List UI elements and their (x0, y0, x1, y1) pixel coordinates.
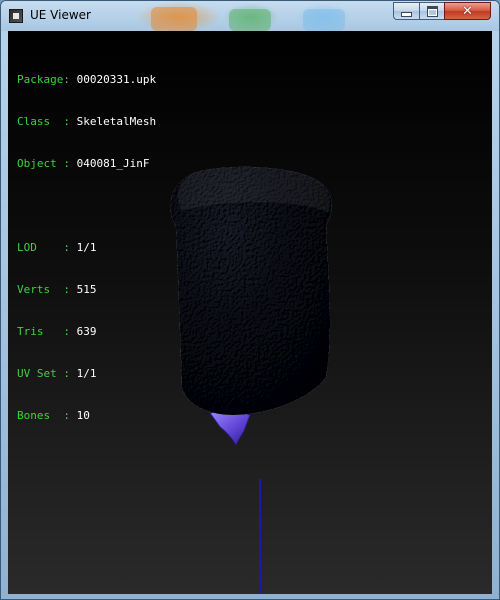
uvset-value: 1/1 (76, 367, 97, 380)
mesh-tip (209, 411, 251, 447)
app-window: UE Viewer ✕ Package: 00020331.upk Class … (0, 0, 500, 600)
lod-label: LOD : (17, 241, 70, 254)
package-value: 00020331.upk (76, 73, 157, 86)
lod-value: 1/1 (76, 241, 97, 254)
mesh-info-overlay: Package: 00020331.upk Class : SkeletalMe… (17, 45, 156, 451)
package-label: Package: (17, 73, 70, 86)
taskbar-thumbnail (151, 7, 197, 31)
maximize-icon (426, 5, 438, 17)
close-icon: ✕ (462, 3, 473, 19)
minimize-icon (401, 11, 412, 17)
tris-label: Tris : (17, 325, 70, 338)
3d-viewport[interactable]: Package: 00020331.upk Class : SkeletalMe… (8, 31, 492, 594)
title-bar[interactable]: UE Viewer ✕ (1, 1, 499, 31)
close-button[interactable]: ✕ (444, 2, 491, 20)
object-value: 040081_JinF (76, 157, 150, 170)
class-value: SkeletalMesh (76, 115, 157, 128)
bones-label: Bones : (17, 409, 70, 422)
maximize-button[interactable] (419, 2, 445, 20)
verts-value: 515 (76, 283, 97, 296)
window-title: UE Viewer (30, 8, 91, 22)
object-label: Object : (17, 157, 70, 170)
taskbar-thumbnail (229, 9, 271, 31)
uvset-label: UV Set : (17, 367, 70, 380)
tris-value: 639 (76, 325, 97, 338)
class-label: Class : (17, 115, 70, 128)
bones-value: 10 (76, 409, 90, 422)
minimize-button[interactable] (393, 2, 420, 20)
ue-viewer-icon[interactable] (9, 9, 23, 23)
taskbar-thumbnail (303, 9, 345, 31)
verts-label: Verts : (17, 283, 70, 296)
